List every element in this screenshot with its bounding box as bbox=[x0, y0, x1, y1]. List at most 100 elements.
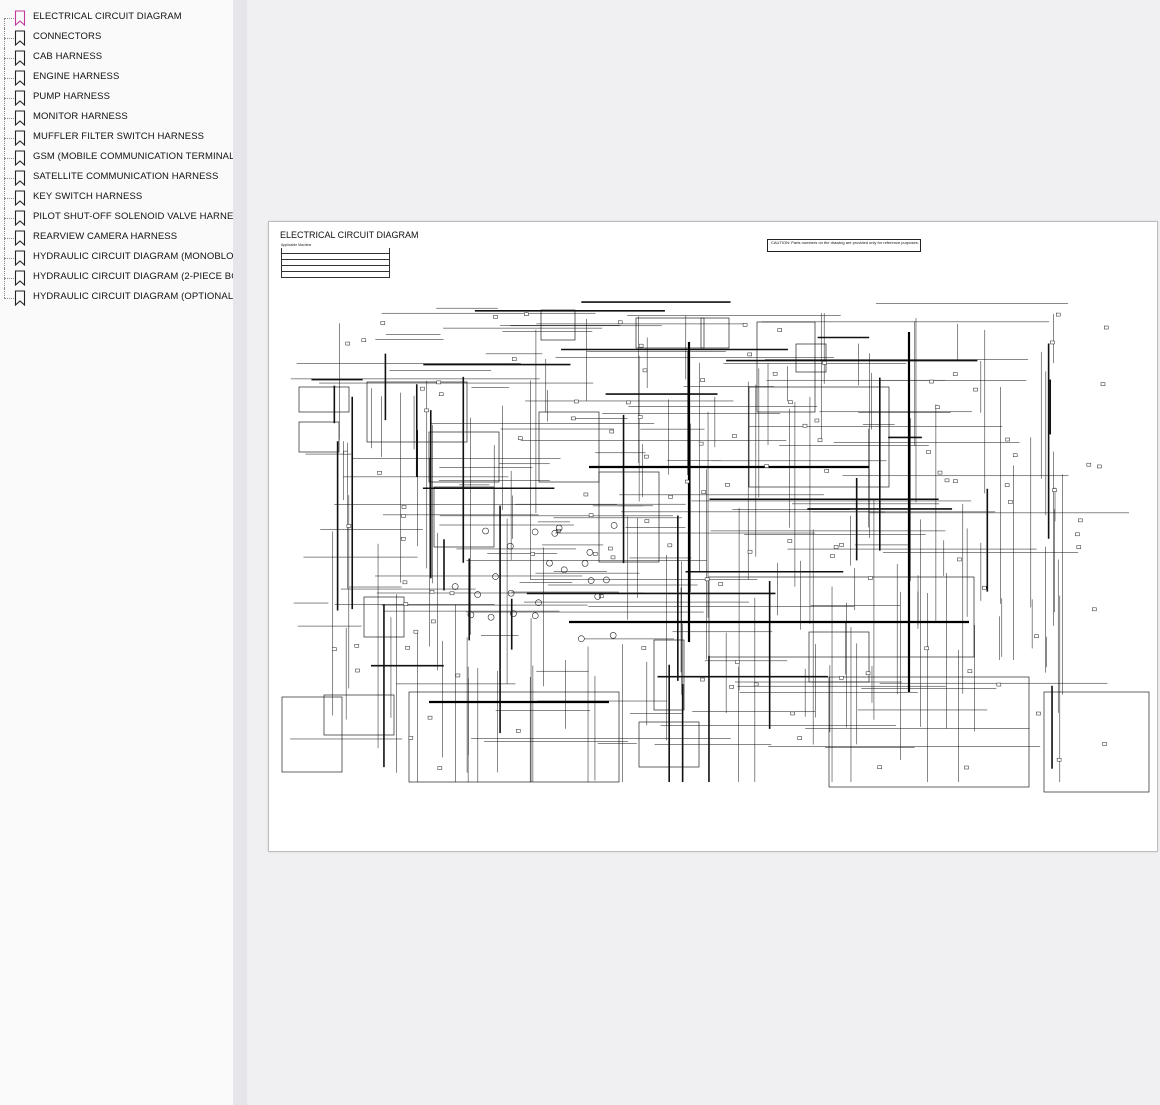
terminal bbox=[747, 352, 752, 357]
terminal bbox=[637, 415, 643, 419]
bookmark-label: SATELLITE COMMUNICATION HARNESS bbox=[33, 171, 219, 182]
terminal bbox=[1097, 464, 1102, 469]
bookmark-item[interactable]: CAB HARNESS bbox=[0, 48, 233, 68]
relay-symbol bbox=[546, 559, 553, 567]
terminal bbox=[704, 577, 710, 582]
terminal bbox=[355, 668, 360, 673]
terminal bbox=[380, 321, 386, 325]
terminal bbox=[346, 524, 352, 528]
bookmark-label: ENGINE HARNESS bbox=[33, 71, 120, 82]
terminal bbox=[644, 454, 649, 459]
bookmark-icon bbox=[14, 50, 26, 66]
terminal bbox=[772, 371, 778, 376]
terminal bbox=[973, 387, 978, 392]
tree-branch bbox=[4, 158, 14, 159]
terminal bbox=[332, 647, 337, 651]
bookmark-label: PUMP HARNESS bbox=[33, 91, 111, 102]
terminal bbox=[735, 660, 740, 664]
terminal bbox=[518, 436, 523, 441]
bookmark-icon bbox=[14, 230, 26, 246]
relay-symbol bbox=[610, 522, 618, 529]
terminal bbox=[610, 555, 616, 560]
bookmark-label: CONNECTORS bbox=[33, 31, 102, 42]
terminal bbox=[1076, 545, 1082, 549]
bookmark-item[interactable]: REARVIEW CAMERA HARNESS bbox=[0, 228, 233, 248]
bookmark-icon bbox=[14, 270, 26, 286]
component-box bbox=[756, 321, 816, 413]
terminal bbox=[777, 328, 783, 332]
component-box bbox=[748, 386, 890, 488]
tree-branch bbox=[4, 98, 14, 99]
terminal bbox=[608, 546, 613, 551]
terminal bbox=[437, 766, 443, 770]
terminal bbox=[926, 450, 931, 454]
relay-symbol bbox=[603, 576, 610, 584]
tree-line bbox=[4, 18, 5, 28]
terminal bbox=[839, 676, 844, 680]
bookmark-item[interactable]: ELECTRICAL CIRCUIT DIAGRAM bbox=[0, 8, 233, 28]
relay-symbol bbox=[507, 589, 515, 597]
terminal bbox=[345, 341, 350, 346]
tree-branch bbox=[4, 178, 14, 179]
bookmark-icon bbox=[14, 290, 26, 306]
bookmark-item[interactable]: SATELLITE COMMUNICATION HARNESS bbox=[0, 168, 233, 188]
terminal bbox=[747, 549, 753, 554]
relay-symbol bbox=[451, 583, 459, 590]
terminal bbox=[833, 545, 839, 549]
terminal bbox=[493, 315, 498, 319]
terminal bbox=[424, 408, 429, 413]
terminal bbox=[455, 673, 461, 678]
terminal bbox=[700, 378, 705, 382]
component-box bbox=[540, 309, 576, 341]
tree-branch bbox=[4, 58, 14, 59]
bookmark-item[interactable]: MONITOR HARNESS bbox=[0, 108, 233, 128]
terminal bbox=[1012, 453, 1018, 457]
tree-branch bbox=[4, 18, 14, 19]
terminal bbox=[957, 557, 962, 562]
bookmark-item[interactable]: GSM (MOBILE COMMUNICATION TERMINAL) HAR bbox=[0, 148, 233, 168]
terminal bbox=[588, 513, 594, 517]
bookmark-icon bbox=[14, 170, 26, 186]
terminal bbox=[1100, 382, 1106, 386]
terminal bbox=[638, 343, 644, 348]
bookmark-item[interactable]: PILOT SHUT-OFF SOLENOID VALVE HARNESS bbox=[0, 208, 233, 228]
terminal bbox=[701, 490, 706, 494]
terminal bbox=[802, 423, 808, 428]
terminal bbox=[1005, 437, 1010, 442]
terminal bbox=[511, 357, 517, 361]
bookmark-item[interactable]: CONNECTORS bbox=[0, 28, 233, 48]
terminal bbox=[982, 585, 987, 590]
terminal bbox=[1004, 483, 1010, 487]
terminal bbox=[698, 441, 704, 446]
bookmark-item[interactable]: MUFFLER FILTER SWITCH HARNESS bbox=[0, 128, 233, 148]
bookmark-item[interactable]: KEY SWITCH HARNESS bbox=[0, 188, 233, 208]
terminal bbox=[609, 429, 615, 434]
bookmark-item[interactable]: ENGINE HARNESS bbox=[0, 68, 233, 88]
terminal bbox=[401, 514, 406, 518]
terminal bbox=[924, 646, 929, 651]
relay-symbol bbox=[587, 577, 595, 584]
bookmark-item[interactable]: HYDRAULIC CIRCUIT DIAGRAM (MONOBLOCK BOO bbox=[0, 248, 233, 268]
bookmark-label: HYDRAULIC CIRCUIT DIAGRAM (2-PIECE BOOM)… bbox=[33, 271, 233, 282]
relay-symbol bbox=[586, 549, 594, 556]
tree-branch bbox=[4, 298, 14, 299]
panel-splitter[interactable] bbox=[233, 0, 475, 1105]
component-box bbox=[700, 317, 730, 349]
component-box bbox=[828, 676, 1030, 788]
terminal bbox=[685, 479, 690, 484]
terminal bbox=[429, 589, 435, 594]
terminal bbox=[667, 543, 673, 548]
bookmark-item[interactable]: HYDRAULIC CIRCUIT DIAGRAM (OPTIONAL) bbox=[0, 288, 233, 308]
terminal bbox=[830, 554, 835, 558]
bookmark-item[interactable]: PUMP HARNESS bbox=[0, 88, 233, 108]
terminal bbox=[592, 552, 598, 556]
tree-branch bbox=[4, 218, 14, 219]
bookmark-label: KEY SWITCH HARNESS bbox=[33, 191, 143, 202]
component-box bbox=[598, 471, 660, 563]
tree-branch bbox=[4, 78, 14, 79]
bookmark-item[interactable]: HYDRAULIC CIRCUIT DIAGRAM (2-PIECE BOOM)… bbox=[0, 268, 233, 288]
terminal bbox=[822, 361, 827, 365]
bookmark-icon bbox=[14, 30, 26, 46]
component-box bbox=[298, 386, 350, 413]
terminal bbox=[402, 580, 408, 585]
